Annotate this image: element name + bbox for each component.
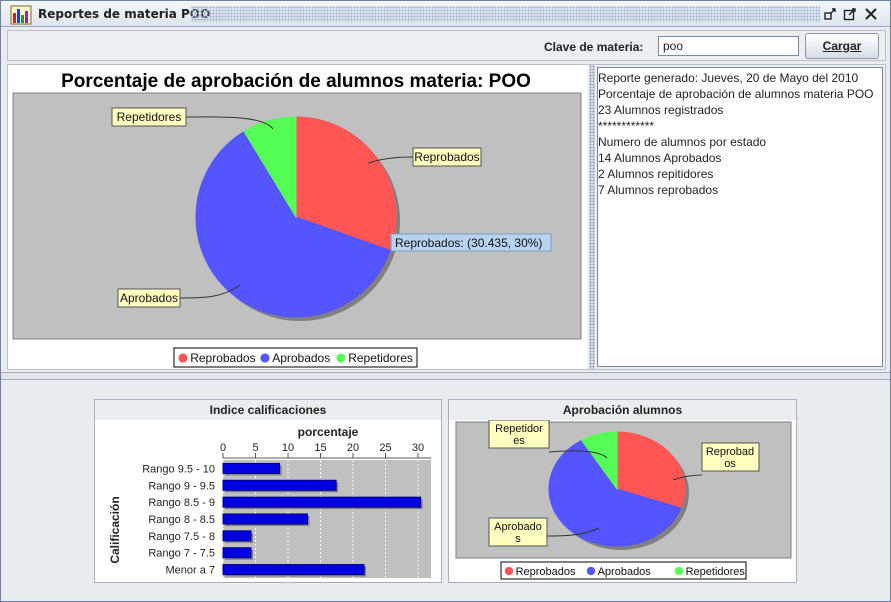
small-label-repetidores-2: es [513, 435, 525, 447]
bar-category-label: Rango 8.5 - 9 [148, 497, 215, 509]
horizontal-split-handle[interactable] [1, 372, 890, 380]
bar-tick-label: 10 [282, 442, 294, 454]
bar[interactable] [222, 462, 281, 474]
main-legend: Reprobados Aprobados Repetidores [173, 347, 418, 368]
small-pie-panel: Aprobación alumnos Repetidor es Reprobad… [448, 399, 797, 583]
bar-category-label: Rango 8 - 8.5 [148, 514, 215, 526]
small-legend-item-reprobados: Reprobados [516, 566, 576, 578]
main-pie-chart: Porcentaje de aprobación de alumnos mate… [8, 65, 588, 369]
report-line: Numero de alumnos por estado [598, 135, 767, 149]
bar-tick-label: 15 [314, 442, 326, 454]
label-repetidores: Repetidores [117, 110, 182, 124]
bar[interactable] [222, 530, 252, 542]
small-label-reprobados-2: os [724, 458, 736, 470]
main-legend-item-aprobados: Aprobados [272, 351, 330, 365]
small-pie-panel-title: Aprobación alumnos [449, 400, 796, 420]
cargar-button[interactable]: Cargar [805, 33, 879, 59]
bar[interactable] [222, 479, 337, 491]
bar-category-label: Rango 7.5 - 8 [148, 531, 215, 543]
report-text-area[interactable]: Reporte generado: Jueves, 20 de Mayo del… [597, 67, 883, 367]
main-chart-title: Porcentaje de aprobación de alumnos mate… [61, 71, 531, 92]
main-legend-swatch-reprobados [178, 353, 188, 363]
bar[interactable] [222, 564, 365, 576]
bar-category-label: Rango 7 - 7.5 [148, 548, 215, 560]
app-window: Reportes de materia POO Clave de materia… [0, 0, 891, 602]
title-bar[interactable]: Reportes de materia POO [1, 1, 890, 27]
small-label-aprobados-2: s [515, 533, 521, 545]
report-line: 7 Alumnos reprobados [598, 183, 719, 197]
tooltip-text: Reprobados: (30.435, 30%) [395, 236, 542, 250]
small-legend-swatch-repetidores [674, 566, 684, 576]
bar-tick-label: 30 [412, 442, 424, 454]
label-aprobados: Aprobados [120, 291, 178, 305]
bar-chart-app-icon [10, 5, 32, 25]
bar-ylabel: Calificación [108, 496, 122, 563]
close-icon[interactable] [864, 7, 878, 21]
small-legend-swatch-reprobados [504, 566, 514, 576]
small-legend-item-aprobados: Aprobados [598, 566, 652, 578]
bar-panel-title: Indice calificaciones [95, 400, 441, 420]
bar-tick-label: 0 [220, 442, 226, 454]
small-legend-item-repetidores: Repetidores [686, 566, 746, 578]
window-title: Reportes de materia POO [38, 7, 211, 21]
minimize-icon[interactable] [823, 7, 837, 21]
small-legend-swatch-aprobados [586, 566, 596, 576]
main-legend-item-repetidores: Repetidores [348, 351, 413, 365]
vertical-split-handle[interactable] [589, 65, 595, 369]
report-line: 23 Alumnos registrados [598, 103, 724, 117]
title-bar-grip [191, 6, 820, 22]
bar-xlabel: porcentaje [298, 425, 359, 439]
report-line: 2 Alumnos repitidores [598, 167, 714, 181]
small-label-reprobados-1: Reprobad [706, 446, 754, 458]
maximize-icon[interactable] [843, 7, 857, 21]
small-pie-chart: Repetidor es Reprobad os Aprobado s Repr… [455, 420, 792, 580]
main-legend-item-reprobados: Reprobados [190, 351, 255, 365]
bar-x-ticks: 0 5 10 15 20 25 30 [220, 442, 431, 459]
report-line: 14 Alumnos Aprobados [598, 151, 722, 165]
main-legend-swatch-aprobados [260, 353, 270, 363]
bar-category-label: Rango 9.5 - 10 [142, 463, 215, 475]
bar-category-label: Menor a 7 [165, 565, 215, 577]
report-line: Reporte generado: Jueves, 20 de Mayo del… [598, 71, 859, 85]
bar-chart-panel: Indice calificaciones porcentaje Calific… [94, 399, 442, 583]
clave-input[interactable]: poo [658, 36, 799, 56]
bar[interactable] [222, 496, 422, 508]
bar-category-label: Rango 9 - 9.5 [148, 480, 215, 492]
bar-tick-label: 5 [252, 442, 258, 454]
bottom-area: Indice calificaciones porcentaje Calific… [1, 381, 890, 601]
main-legend-swatch-repetidores [336, 353, 346, 363]
bar-tick-label: 20 [347, 442, 359, 454]
clave-label: Clave de materia: [544, 40, 644, 54]
report-line: Porcentaje de aprobación de alumnos mate… [598, 87, 874, 101]
search-toolbar: Clave de materia: poo Cargar [7, 30, 886, 61]
label-reprobados: Reprobados [414, 150, 479, 164]
report-line: ************ [598, 119, 655, 133]
bar[interactable] [222, 513, 308, 525]
top-panel: Porcentaje de aprobación de alumnos mate… [7, 64, 886, 370]
bar[interactable] [222, 547, 252, 559]
bar-chart: porcentaje Calificación 0 5 10 15 20 25 30 Ran… [108, 425, 431, 578]
small-legend: Reprobados Aprobados Repetidores [500, 561, 747, 580]
bar-categories: Rango 9.5 - 10 Rango 9 - 9.5 Rango 8.5 - 9… [142, 463, 215, 576]
small-label-repetidores-1: Repetidor [495, 423, 543, 435]
small-label-aprobados-1: Aprobado [494, 521, 542, 533]
bar-tick-label: 25 [379, 442, 391, 454]
